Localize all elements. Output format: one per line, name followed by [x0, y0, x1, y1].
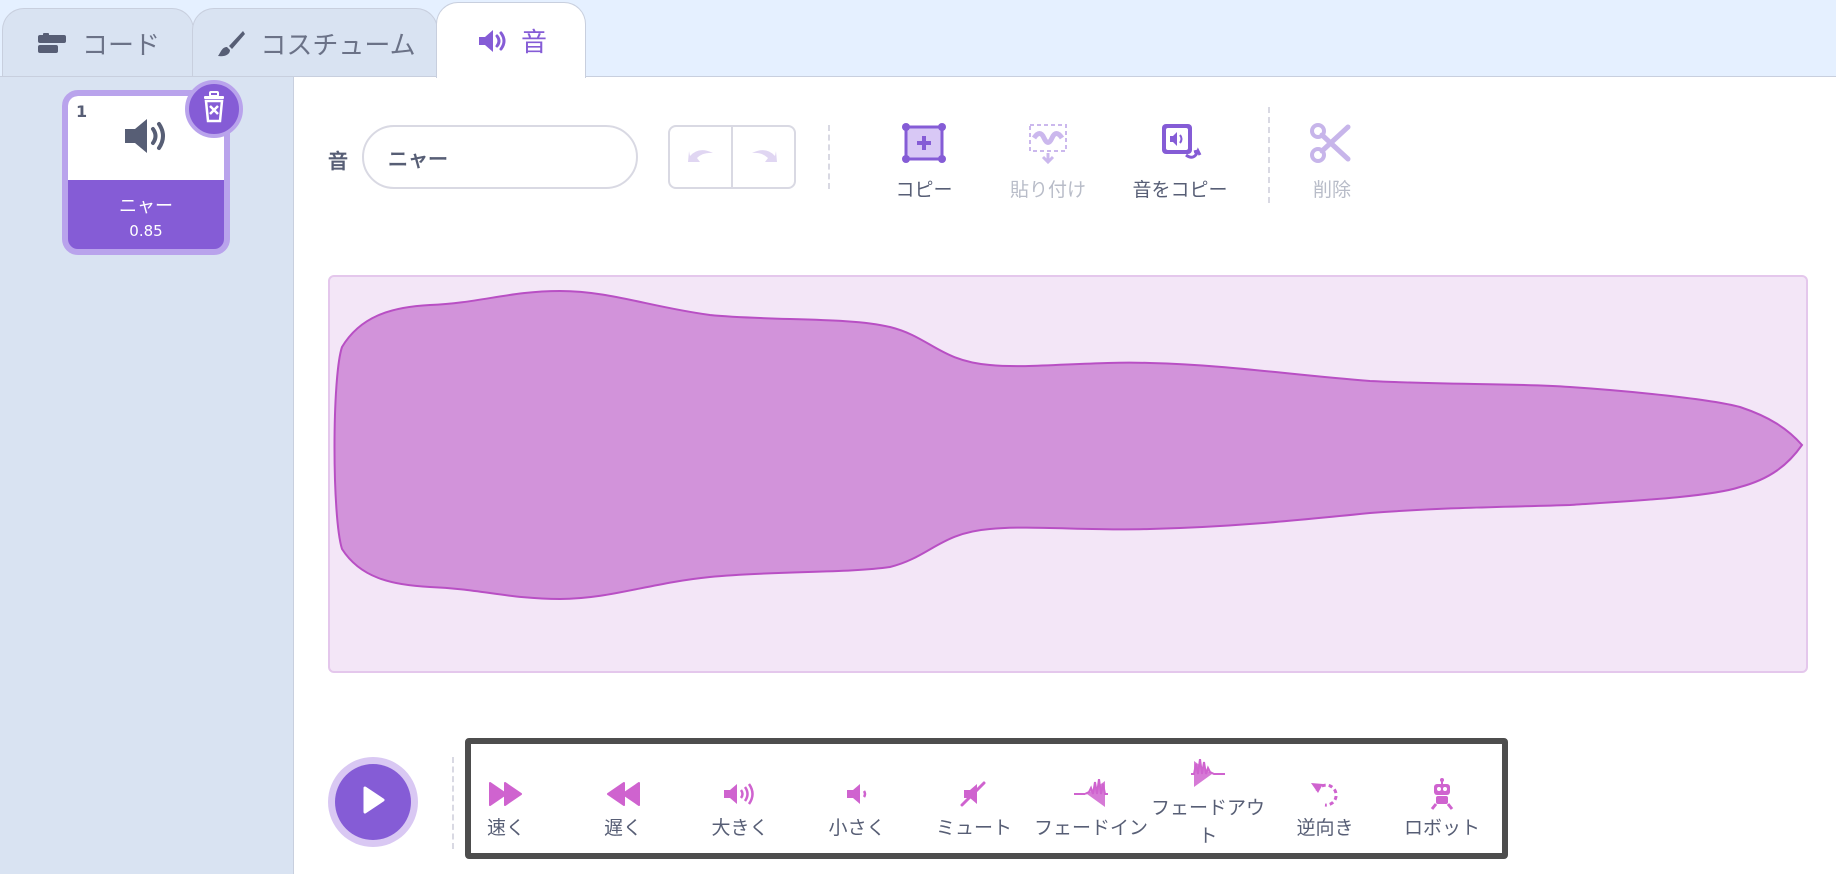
- effect-reverse-button[interactable]: 逆向き: [1266, 774, 1384, 874]
- toolbar-divider: [1268, 107, 1270, 203]
- effect-slower-button[interactable]: 遅く: [564, 774, 682, 874]
- tab-sounds-label: 音: [520, 28, 547, 58]
- effect-fade-in-label: フェードイン: [1033, 817, 1148, 839]
- effect-faster-button[interactable]: 速く: [447, 774, 565, 874]
- tab-costumes-label: コスチューム: [260, 31, 416, 61]
- effect-softer-button[interactable]: 小さく: [798, 774, 916, 874]
- effect-fade-in-button[interactable]: フェードイン: [1032, 774, 1150, 874]
- scissors-icon: [1306, 117, 1358, 169]
- louder-icon: [720, 774, 760, 814]
- tab-code-label: コード: [81, 31, 160, 61]
- undo-button[interactable]: [670, 127, 731, 187]
- effects-toolbar: 速く 遅く 大きく 小さく ミュート フェードイン フェードアウト 逆向き ロボ…: [465, 738, 1508, 859]
- undo-redo-group: [668, 125, 796, 189]
- sound-item-number: 1: [76, 102, 88, 121]
- sound-editor-panel: 音 コピー 貼り付け 音をコピー: [293, 76, 1836, 874]
- sound-name-label: 音: [328, 149, 348, 173]
- tab-costumes[interactable]: コスチューム: [192, 8, 438, 78]
- speaker-icon: [475, 24, 509, 58]
- editor-tab-bar: コード コスチューム 音: [0, 0, 1836, 78]
- sound-name-input[interactable]: [362, 125, 638, 189]
- effect-mute-label: ミュート: [935, 817, 1012, 839]
- reverse-icon: [1305, 774, 1345, 814]
- speaker-icon: [122, 116, 170, 160]
- paste-icon: [1022, 117, 1074, 169]
- waveform: [333, 289, 1804, 601]
- effect-louder-label: 大きく: [711, 817, 769, 839]
- sound-list-sidebar: 1 ニャー 0.85: [0, 76, 293, 874]
- effect-slower-label: 遅く: [603, 817, 642, 839]
- delete-sound-button[interactable]: [185, 80, 243, 138]
- copy-button[interactable]: コピー: [864, 117, 984, 207]
- mute-icon: [954, 774, 994, 814]
- redo-button[interactable]: [731, 127, 794, 187]
- delete-label: 削除: [1312, 179, 1351, 201]
- code-blocks-icon: [36, 27, 70, 61]
- softer-icon: [837, 774, 877, 814]
- effect-fade-out-label: フェードアウト: [1150, 797, 1265, 847]
- effect-faster-label: 速く: [486, 817, 525, 839]
- brush-icon: [214, 27, 248, 61]
- fade-in-icon: [1071, 774, 1111, 814]
- paste-label: 貼り付け: [1009, 179, 1086, 201]
- copy-icon: [898, 117, 950, 169]
- effect-robot-label: ロボット: [1403, 817, 1480, 839]
- effect-fade-out-button[interactable]: フェードアウト: [1149, 754, 1267, 864]
- tab-code[interactable]: コード: [2, 8, 194, 78]
- effect-softer-label: 小さく: [828, 817, 886, 839]
- faster-icon: [486, 774, 526, 814]
- effect-louder-button[interactable]: 大きく: [681, 774, 799, 874]
- copy-to-new-button[interactable]: 音をコピー: [1114, 117, 1246, 207]
- copy-label: コピー: [895, 179, 953, 201]
- copy-to-new-icon: [1154, 117, 1206, 169]
- copy-to-new-label: 音をコピー: [1132, 179, 1228, 201]
- tab-sounds[interactable]: 音: [436, 2, 586, 78]
- delete-button[interactable]: 削除: [1272, 117, 1392, 207]
- waveform-area[interactable]: [328, 275, 1808, 673]
- undo-icon: [685, 144, 717, 170]
- trash-icon: [199, 91, 229, 127]
- fade-out-icon: [1188, 754, 1228, 794]
- effect-mute-button[interactable]: ミュート: [915, 774, 1033, 874]
- effect-reverse-label: 逆向き: [1296, 817, 1354, 839]
- slower-icon: [603, 774, 643, 814]
- robot-icon: [1422, 774, 1462, 814]
- effect-robot-button[interactable]: ロボット: [1383, 774, 1501, 874]
- play-sound-button[interactable]: [328, 757, 418, 847]
- redo-icon: [748, 144, 780, 170]
- sound-item-name: ニャー: [119, 196, 173, 217]
- toolbar-divider: [828, 125, 830, 189]
- paste-button[interactable]: 貼り付け: [988, 117, 1108, 207]
- play-icon: [359, 785, 387, 819]
- sound-item-duration: 0.85: [129, 222, 163, 240]
